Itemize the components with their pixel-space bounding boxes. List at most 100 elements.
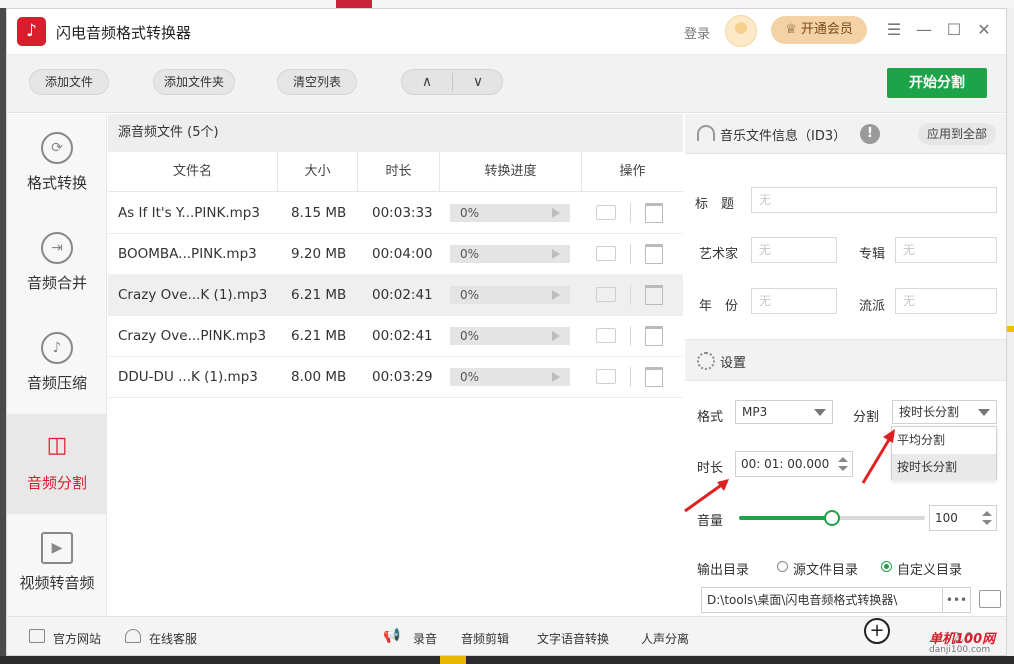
table-row[interactable]: Crazy Ove...PINK.mp3 6.21 MB 00:02:41 0% (108, 316, 683, 357)
volume-stepper[interactable]: 100 (929, 505, 997, 531)
sidebar-item-format-convert[interactable]: ⟳ 格式转换 (7, 114, 107, 214)
add-folder-button[interactable]: 添加文件夹 (153, 69, 235, 95)
spin-down-icon[interactable] (982, 520, 992, 525)
sidebar-item-video-to-audio[interactable]: ▶ 视频转音频 (7, 514, 107, 614)
volume-slider-handle[interactable] (824, 510, 840, 526)
table-row[interactable]: As If It's Y...PINK.mp3 8.15 MB 00:03:33… (108, 193, 683, 234)
table-row[interactable]: Crazy Ove...K (1).mp3 6.21 MB 00:02:41 0… (108, 275, 683, 316)
trash-icon[interactable] (645, 367, 663, 387)
record-link[interactable]: 录音 (413, 630, 437, 647)
format-select[interactable]: MP3 (735, 400, 833, 424)
trash-icon[interactable] (645, 326, 663, 346)
album-field[interactable]: 无 (895, 237, 997, 263)
radio-source-dir[interactable] (777, 561, 788, 572)
progress-bar: 0% (450, 286, 570, 304)
play-icon[interactable] (552, 290, 560, 300)
format-value: MP3 (742, 405, 768, 419)
trash-icon[interactable] (645, 244, 663, 264)
apply-all-button[interactable]: 应用到全部 (918, 123, 996, 145)
column-header-name: 文件名 (108, 152, 278, 192)
start-split-button[interactable]: 开始分割 (887, 68, 987, 98)
folder-icon[interactable] (596, 287, 616, 302)
add-icon[interactable]: + (864, 618, 890, 644)
sidebar-item-label: 音频合并 (26, 274, 87, 292)
play-icon[interactable] (552, 372, 560, 382)
play-icon[interactable] (552, 249, 560, 259)
add-file-button[interactable]: 添加文件 (29, 69, 109, 95)
minimize-icon[interactable]: — (913, 19, 935, 41)
year-field[interactable]: 无 (751, 288, 837, 314)
move-up-button[interactable]: ∧ (402, 70, 452, 94)
spin-down-icon[interactable] (838, 466, 848, 471)
info-icon[interactable]: ! (860, 124, 880, 144)
sidebar-item-label: 音频压缩 (26, 374, 87, 392)
headset-icon (125, 629, 141, 643)
file-name: Crazy Ove...PINK.mp3 (118, 328, 267, 344)
refresh-icon: ⟳ (41, 132, 73, 164)
trash-icon[interactable] (645, 203, 663, 223)
progress-text: 0% (460, 206, 480, 220)
app-logo-icon: ♪ (17, 17, 46, 46)
dropdown-option-average[interactable]: 平均分割 (892, 427, 996, 453)
audio-edit-link[interactable]: 音频剪辑 (461, 630, 509, 647)
chevron-down-icon (978, 409, 990, 416)
output-path-value: D:\tools\桌面\闪电音频格式转换器\ (707, 593, 898, 607)
app-window: ♪ 闪电音频格式转换器 登录 ♕ 开通会员 ☰ — ☐ ✕ 添加文件 添加文件夹… (6, 8, 1007, 656)
output-path-field[interactable]: D:\tools\桌面\闪电音频格式转换器\ ••• (701, 587, 971, 613)
chevron-down-icon (814, 409, 826, 416)
support-link[interactable]: 在线客服 (149, 630, 197, 647)
progress-bar: 0% (450, 204, 570, 222)
spin-up-icon[interactable] (982, 511, 992, 516)
progress-bar: 0% (450, 327, 570, 345)
file-name: Crazy Ove...K (1).mp3 (118, 287, 268, 303)
title-field[interactable]: 无 (751, 187, 997, 213)
file-duration: 00:04:00 (372, 246, 433, 262)
id3-title: 音乐文件信息（ID3） (720, 129, 847, 144)
table-row[interactable]: BOOMBA...PINK.mp3 9.20 MB 00:04:00 0% (108, 234, 683, 275)
radio-custom-dir[interactable] (881, 561, 892, 572)
progress-text: 0% (460, 288, 480, 302)
table-row[interactable]: DDU-DU ...K (1).mp3 8.00 MB 00:03:29 0% (108, 357, 683, 398)
sidebar-item-audio-compress[interactable]: ♪ 音频压缩 (7, 314, 107, 414)
login-link[interactable]: 登录 (684, 23, 710, 42)
tts-link[interactable]: 文字语音转换 (537, 630, 609, 647)
footer: 官方网站 在线客服 📢 录音 音频剪辑 文字语音转换 人声分离 V2.6 (7, 616, 1006, 655)
folder-icon[interactable] (596, 246, 616, 261)
folder-icon[interactable] (596, 328, 616, 343)
move-down-button[interactable]: ∨ (453, 70, 503, 94)
split-mode-select[interactable]: 按时长分割 (892, 400, 997, 424)
menu-icon[interactable]: ☰ (883, 19, 905, 41)
headphones-icon (697, 125, 715, 141)
duration-stepper[interactable]: 00: 01: 00.000 (735, 451, 853, 477)
sidebar-item-audio-merge[interactable]: ⇥ 音频合并 (7, 214, 107, 314)
play-icon[interactable] (552, 331, 560, 341)
artist-field[interactable]: 无 (751, 237, 837, 263)
avatar[interactable] (725, 15, 757, 47)
play-icon[interactable] (552, 208, 560, 218)
trash-icon[interactable] (645, 285, 663, 305)
dropdown-option-by-duration[interactable]: 按时长分割 (892, 454, 996, 480)
folder-icon[interactable] (596, 205, 616, 220)
file-list-header: 源音频文件 (5个) (108, 114, 683, 152)
file-duration: 00:03:33 (372, 205, 433, 221)
browse-button[interactable]: ••• (942, 588, 970, 612)
volume-value: 100 (935, 511, 958, 525)
order-buttons: ∧ ∨ (401, 69, 503, 95)
genre-field[interactable]: 无 (895, 288, 997, 314)
vip-button[interactable]: ♕ 开通会员 (771, 16, 867, 44)
sidebar-item-audio-split[interactable]: ◫ 音频分割 (7, 414, 107, 514)
custom-dir-label: 自定义目录 (897, 563, 963, 578)
folder-icon[interactable] (596, 369, 616, 384)
spin-up-icon[interactable] (838, 457, 848, 462)
website-link[interactable]: 官方网站 (53, 630, 101, 647)
vocal-separation-link[interactable]: 人声分离 (641, 630, 689, 647)
app-title: 闪电音频格式转换器 (56, 24, 192, 42)
close-icon[interactable]: ✕ (973, 19, 995, 41)
split-mode-dropdown: 平均分割 按时长分割 (891, 426, 997, 480)
merge-icon: ⇥ (41, 232, 73, 264)
column-header-duration: 时长 (358, 152, 440, 192)
clear-list-button[interactable]: 清空列表 (277, 69, 357, 95)
progress-bar: 0% (450, 245, 570, 263)
open-folder-icon[interactable] (979, 590, 1001, 608)
maximize-icon[interactable]: ☐ (943, 19, 965, 41)
